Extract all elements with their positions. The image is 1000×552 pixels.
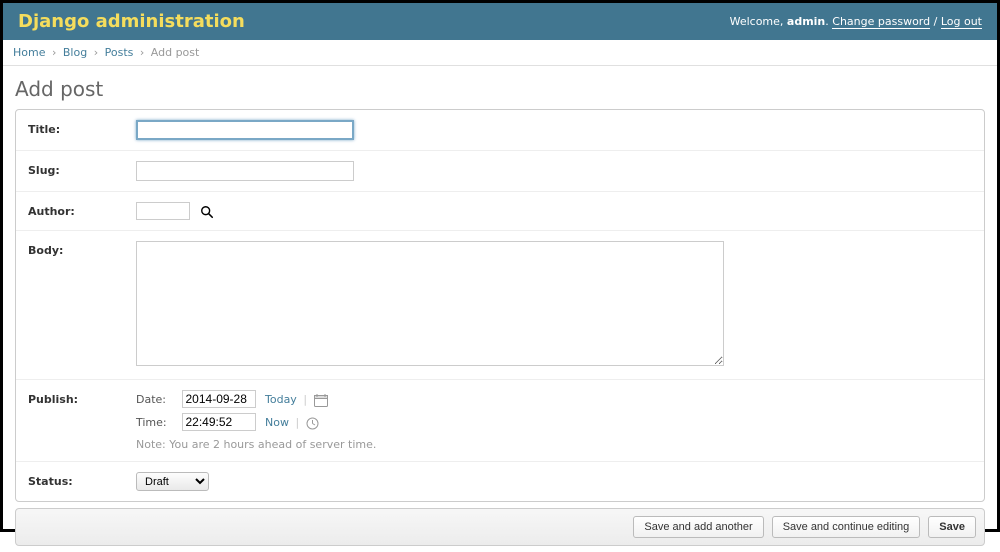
row-status: Status: Draft xyxy=(16,462,984,501)
timezone-note: Note: You are 2 hours ahead of server ti… xyxy=(136,438,972,451)
welcome-prefix: Welcome, xyxy=(730,15,787,28)
change-password-link[interactable]: Change password xyxy=(832,15,930,29)
breadcrumb-current: Add post xyxy=(151,46,200,59)
row-body: Body: xyxy=(16,231,984,380)
author-label: Author: xyxy=(28,202,136,218)
publish-date-sublabel: Date: xyxy=(136,393,174,406)
publish-time-input[interactable] xyxy=(182,413,256,431)
save-add-another-button[interactable] xyxy=(633,516,763,538)
body-textarea[interactable] xyxy=(136,241,724,366)
breadcrumb-home[interactable]: Home xyxy=(13,46,45,59)
breadcrumb-model[interactable]: Posts xyxy=(105,46,134,59)
row-publish: Publish: Date: Today | Time: Now | xyxy=(16,380,984,462)
publish-time-sublabel: Time: xyxy=(136,416,174,429)
breadcrumb: Home › Blog › Posts › Add post xyxy=(3,40,997,66)
title-label: Title: xyxy=(28,120,136,136)
branding-title: Django administration xyxy=(18,11,245,32)
breadcrumb-sep: › xyxy=(52,46,56,59)
breadcrumb-sep: › xyxy=(140,46,144,59)
save-button[interactable] xyxy=(928,516,976,538)
now-link[interactable]: Now xyxy=(265,416,289,429)
logout-link[interactable]: Log out xyxy=(941,15,982,29)
user-tools: Welcome, admin. Change password / Log ou… xyxy=(730,15,982,28)
publish-date-input[interactable] xyxy=(182,390,256,408)
admin-header: Django administration Welcome, admin. Ch… xyxy=(3,3,997,40)
breadcrumb-sep: › xyxy=(94,46,98,59)
body-label: Body: xyxy=(28,241,136,257)
publish-label: Publish: xyxy=(28,390,136,406)
row-author: Author: xyxy=(16,192,984,231)
username: admin xyxy=(787,15,825,28)
status-label: Status: xyxy=(28,472,136,488)
slug-label: Slug: xyxy=(28,161,136,177)
row-title: Title: xyxy=(16,110,984,151)
page-title: Add post xyxy=(15,77,985,101)
search-icon[interactable] xyxy=(200,205,214,219)
today-link[interactable]: Today xyxy=(265,393,297,406)
breadcrumb-app[interactable]: Blog xyxy=(63,46,87,59)
calendar-icon[interactable] xyxy=(314,393,328,407)
clock-icon[interactable] xyxy=(306,416,319,430)
title-input[interactable] xyxy=(136,120,354,140)
main-fieldset: Title: Slug: Author: Body: xyxy=(15,109,985,502)
row-slug: Slug: xyxy=(16,151,984,192)
submit-row xyxy=(15,508,985,546)
slug-input[interactable] xyxy=(136,161,354,181)
status-select[interactable]: Draft xyxy=(136,472,209,491)
save-continue-button[interactable] xyxy=(772,516,921,538)
author-input[interactable] xyxy=(136,202,190,220)
